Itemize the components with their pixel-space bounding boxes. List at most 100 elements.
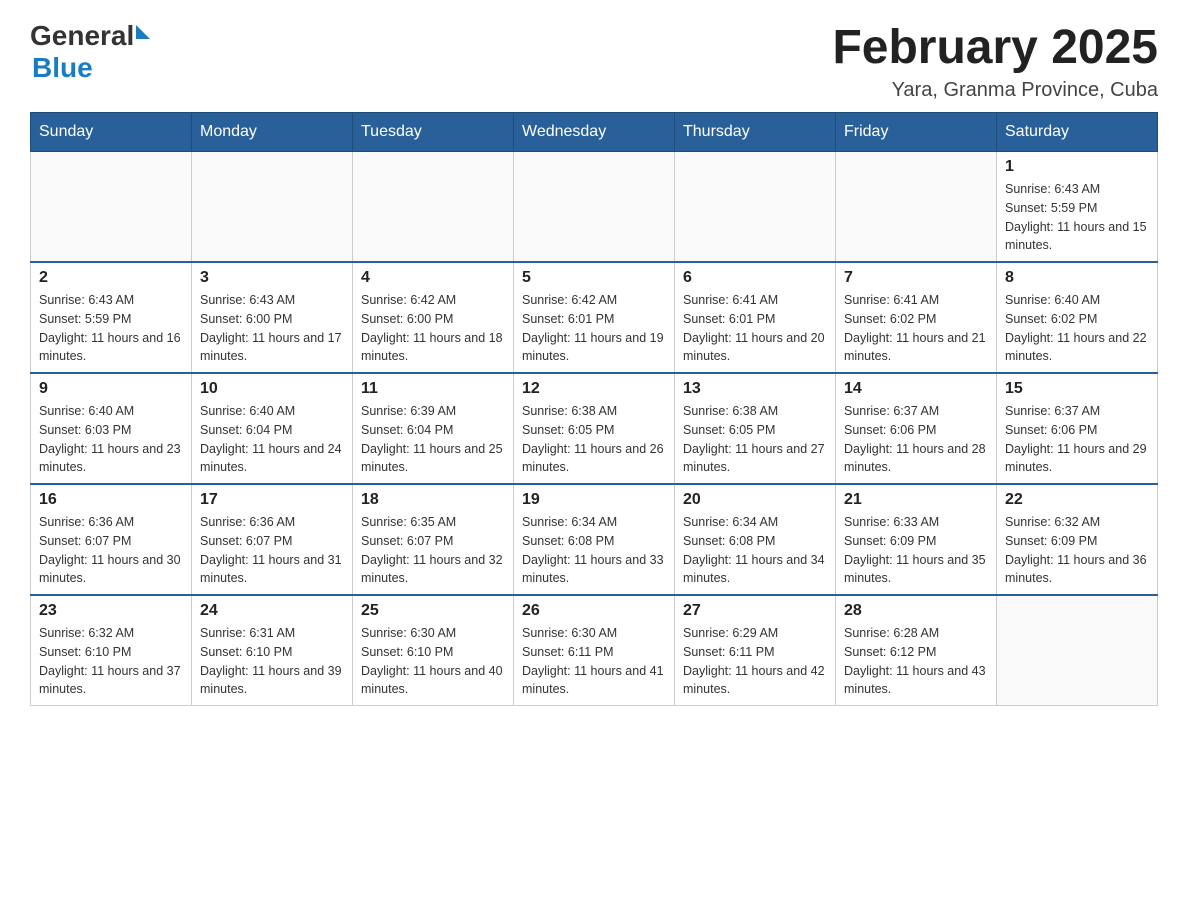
page-header: General Blue February 2025 Yara, Granma … — [30, 20, 1158, 102]
weekday-header-tuesday: Tuesday — [353, 113, 514, 152]
calendar-day-cell — [353, 152, 514, 263]
day-info: Sunrise: 6:36 AMSunset: 6:07 PMDaylight:… — [39, 513, 183, 588]
day-info: Sunrise: 6:30 AMSunset: 6:11 PMDaylight:… — [522, 624, 666, 699]
day-number: 14 — [844, 380, 988, 398]
day-number: 15 — [1005, 380, 1149, 398]
day-number: 11 — [361, 380, 505, 398]
day-info: Sunrise: 6:39 AMSunset: 6:04 PMDaylight:… — [361, 402, 505, 477]
day-info: Sunrise: 6:33 AMSunset: 6:09 PMDaylight:… — [844, 513, 988, 588]
calendar-day-cell: 4 Sunrise: 6:42 AMSunset: 6:00 PMDaylight… — [353, 262, 514, 373]
day-number: 26 — [522, 602, 666, 620]
calendar-day-cell: 27 Sunrise: 6:29 AMSunset: 6:11 PMDayligh… — [675, 595, 836, 706]
day-info: Sunrise: 6:34 AMSunset: 6:08 PMDaylight:… — [683, 513, 827, 588]
day-info: Sunrise: 6:31 AMSunset: 6:10 PMDaylight:… — [200, 624, 344, 699]
day-number: 21 — [844, 491, 988, 509]
calendar-day-cell: 7Sunrise: 6:41 AMSunset: 6:02 PMDaylight… — [836, 262, 997, 373]
weekday-header-monday: Monday — [192, 113, 353, 152]
calendar-week-row: 16 Sunrise: 6:36 AMSunset: 6:07 PMDayligh… — [31, 484, 1158, 595]
title-section: February 2025 Yara, Granma Province, Cub… — [832, 20, 1158, 102]
day-info: Sunrise: 6:42 AMSunset: 6:01 PMDaylight:… — [522, 291, 666, 366]
calendar-day-cell — [836, 152, 997, 263]
calendar-week-row: 9 Sunrise: 6:40 AMSunset: 6:03 PMDaylight… — [31, 373, 1158, 484]
day-info: Sunrise: 6:32 AMSunset: 6:10 PMDaylight:… — [39, 624, 183, 699]
day-info: Sunrise: 6:38 AMSunset: 6:05 PMDaylight:… — [683, 402, 827, 477]
day-info: Sunrise: 6:41 AMSunset: 6:02 PMDaylight:… — [844, 291, 988, 366]
day-info: Sunrise: 6:36 AMSunset: 6:07 PMDaylight:… — [200, 513, 344, 588]
calendar-day-cell: 25 Sunrise: 6:30 AMSunset: 6:10 PMDayligh… — [353, 595, 514, 706]
day-number: 17 — [200, 491, 344, 509]
logo-triangle-icon — [136, 25, 150, 39]
day-number: 9 — [39, 380, 183, 398]
calendar-day-cell: 16 Sunrise: 6:36 AMSunset: 6:07 PMDayligh… — [31, 484, 192, 595]
day-number: 27 — [683, 602, 827, 620]
day-number: 24 — [200, 602, 344, 620]
day-number: 12 — [522, 380, 666, 398]
calendar-day-cell — [31, 152, 192, 263]
day-info: Sunrise: 6:30 AMSunset: 6:10 PMDaylight:… — [361, 624, 505, 699]
calendar-day-cell: 13 Sunrise: 6:38 AMSunset: 6:05 PMDayligh… — [675, 373, 836, 484]
weekday-header-thursday: Thursday — [675, 113, 836, 152]
day-number: 1 — [1005, 158, 1149, 176]
calendar-day-cell: 1 Sunrise: 6:43 AMSunset: 5:59 PMDaylight… — [997, 152, 1158, 263]
calendar-day-cell — [192, 152, 353, 263]
day-number: 22 — [1005, 491, 1149, 509]
calendar-day-cell: 22 Sunrise: 6:32 AMSunset: 6:09 PMDayligh… — [997, 484, 1158, 595]
calendar-day-cell: 14 Sunrise: 6:37 AMSunset: 6:06 PMDayligh… — [836, 373, 997, 484]
day-info: Sunrise: 6:37 AMSunset: 6:06 PMDaylight:… — [844, 402, 988, 477]
calendar-day-cell: 17 Sunrise: 6:36 AMSunset: 6:07 PMDayligh… — [192, 484, 353, 595]
calendar-day-cell: 3 Sunrise: 6:43 AMSunset: 6:00 PMDaylight… — [192, 262, 353, 373]
calendar-day-cell — [514, 152, 675, 263]
weekday-header-sunday: Sunday — [31, 113, 192, 152]
weekday-header-friday: Friday — [836, 113, 997, 152]
day-number: 25 — [361, 602, 505, 620]
calendar-day-cell: 28 Sunrise: 6:28 AMSunset: 6:12 PMDayligh… — [836, 595, 997, 706]
calendar-table: SundayMondayTuesdayWednesdayThursdayFrid… — [30, 112, 1158, 706]
day-number: 16 — [39, 491, 183, 509]
calendar-day-cell: 19Sunrise: 6:34 AMSunset: 6:08 PMDayligh… — [514, 484, 675, 595]
calendar-week-row: 1 Sunrise: 6:43 AMSunset: 5:59 PMDaylight… — [31, 152, 1158, 263]
calendar-day-cell: 24 Sunrise: 6:31 AMSunset: 6:10 PMDayligh… — [192, 595, 353, 706]
calendar-day-cell: 18Sunrise: 6:35 AMSunset: 6:07 PMDayligh… — [353, 484, 514, 595]
day-number: 28 — [844, 602, 988, 620]
day-info: Sunrise: 6:43 AMSunset: 5:59 PMDaylight:… — [1005, 180, 1149, 255]
day-info: Sunrise: 6:40 AMSunset: 6:03 PMDaylight:… — [39, 402, 183, 477]
weekday-header-saturday: Saturday — [997, 113, 1158, 152]
day-info: Sunrise: 6:40 AMSunset: 6:02 PMDaylight:… — [1005, 291, 1149, 366]
calendar-day-cell: 11 Sunrise: 6:39 AMSunset: 6:04 PMDayligh… — [353, 373, 514, 484]
calendar-day-cell: 23 Sunrise: 6:32 AMSunset: 6:10 PMDayligh… — [31, 595, 192, 706]
day-info: Sunrise: 6:38 AMSunset: 6:05 PMDaylight:… — [522, 402, 666, 477]
day-info: Sunrise: 6:43 AMSunset: 6:00 PMDaylight:… — [200, 291, 344, 366]
calendar-day-cell: 10Sunrise: 6:40 AMSunset: 6:04 PMDayligh… — [192, 373, 353, 484]
calendar-day-cell: 2Sunrise: 6:43 AMSunset: 5:59 PMDaylight… — [31, 262, 192, 373]
calendar-day-cell — [675, 152, 836, 263]
day-number: 19 — [522, 491, 666, 509]
calendar-day-cell: 5 Sunrise: 6:42 AMSunset: 6:01 PMDaylight… — [514, 262, 675, 373]
calendar-day-cell: 26 Sunrise: 6:30 AMSunset: 6:11 PMDayligh… — [514, 595, 675, 706]
calendar-day-cell: 6 Sunrise: 6:41 AMSunset: 6:01 PMDaylight… — [675, 262, 836, 373]
calendar-week-row: 2Sunrise: 6:43 AMSunset: 5:59 PMDaylight… — [31, 262, 1158, 373]
calendar-day-cell: 8 Sunrise: 6:40 AMSunset: 6:02 PMDaylight… — [997, 262, 1158, 373]
calendar-day-cell: 15 Sunrise: 6:37 AMSunset: 6:06 PMDayligh… — [997, 373, 1158, 484]
day-number: 23 — [39, 602, 183, 620]
day-info: Sunrise: 6:28 AMSunset: 6:12 PMDaylight:… — [844, 624, 988, 699]
day-info: Sunrise: 6:40 AMSunset: 6:04 PMDaylight:… — [200, 402, 344, 477]
day-info: Sunrise: 6:37 AMSunset: 6:06 PMDaylight:… — [1005, 402, 1149, 477]
day-number: 5 — [522, 269, 666, 287]
day-info: Sunrise: 6:32 AMSunset: 6:09 PMDaylight:… — [1005, 513, 1149, 588]
calendar-day-cell: 20 Sunrise: 6:34 AMSunset: 6:08 PMDayligh… — [675, 484, 836, 595]
day-info: Sunrise: 6:41 AMSunset: 6:01 PMDaylight:… — [683, 291, 827, 366]
day-number: 13 — [683, 380, 827, 398]
day-info: Sunrise: 6:29 AMSunset: 6:11 PMDaylight:… — [683, 624, 827, 699]
calendar-header-row: SundayMondayTuesdayWednesdayThursdayFrid… — [31, 113, 1158, 152]
day-number: 8 — [1005, 269, 1149, 287]
logo-general-text: General — [30, 20, 134, 52]
day-number: 4 — [361, 269, 505, 287]
day-number: 20 — [683, 491, 827, 509]
calendar-day-cell: 12 Sunrise: 6:38 AMSunset: 6:05 PMDayligh… — [514, 373, 675, 484]
weekday-header-wednesday: Wednesday — [514, 113, 675, 152]
day-number: 3 — [200, 269, 344, 287]
calendar-day-cell: 21 Sunrise: 6:33 AMSunset: 6:09 PMDayligh… — [836, 484, 997, 595]
logo-blue-text: Blue — [32, 52, 93, 83]
day-info: Sunrise: 6:42 AMSunset: 6:00 PMDaylight:… — [361, 291, 505, 366]
day-number: 6 — [683, 269, 827, 287]
